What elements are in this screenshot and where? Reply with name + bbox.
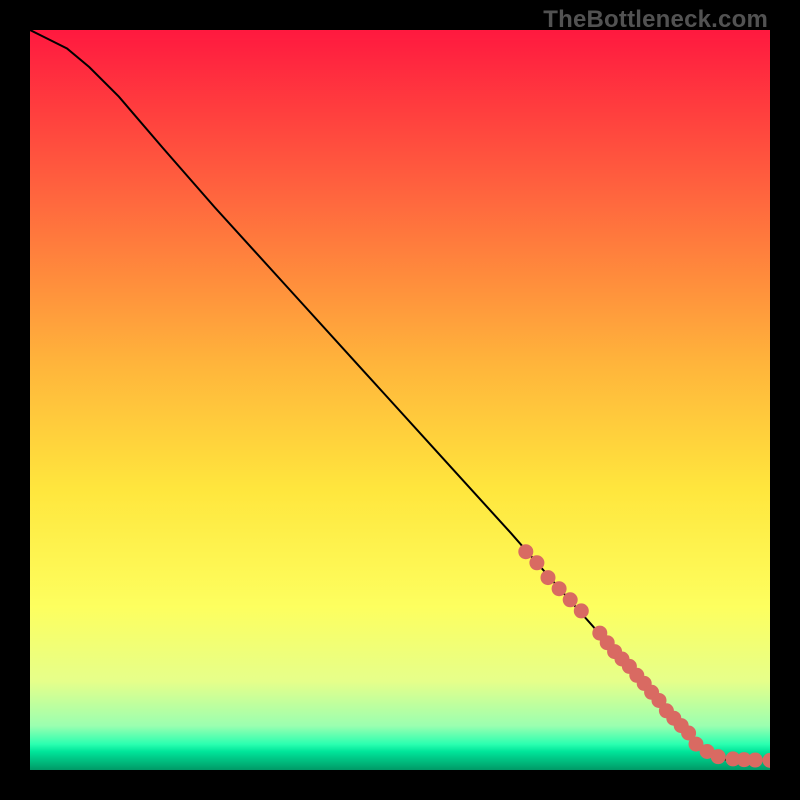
data-marker [574, 604, 588, 618]
data-marker [563, 593, 577, 607]
data-marker [552, 582, 566, 596]
plot-area [30, 30, 770, 770]
data-marker [541, 571, 555, 585]
chart-svg [30, 30, 770, 770]
data-marker [530, 556, 544, 570]
data-marker [711, 750, 725, 764]
chart-frame: TheBottleneck.com [0, 0, 800, 800]
data-marker [748, 753, 762, 767]
gradient-background [30, 30, 770, 770]
data-marker [519, 545, 533, 559]
